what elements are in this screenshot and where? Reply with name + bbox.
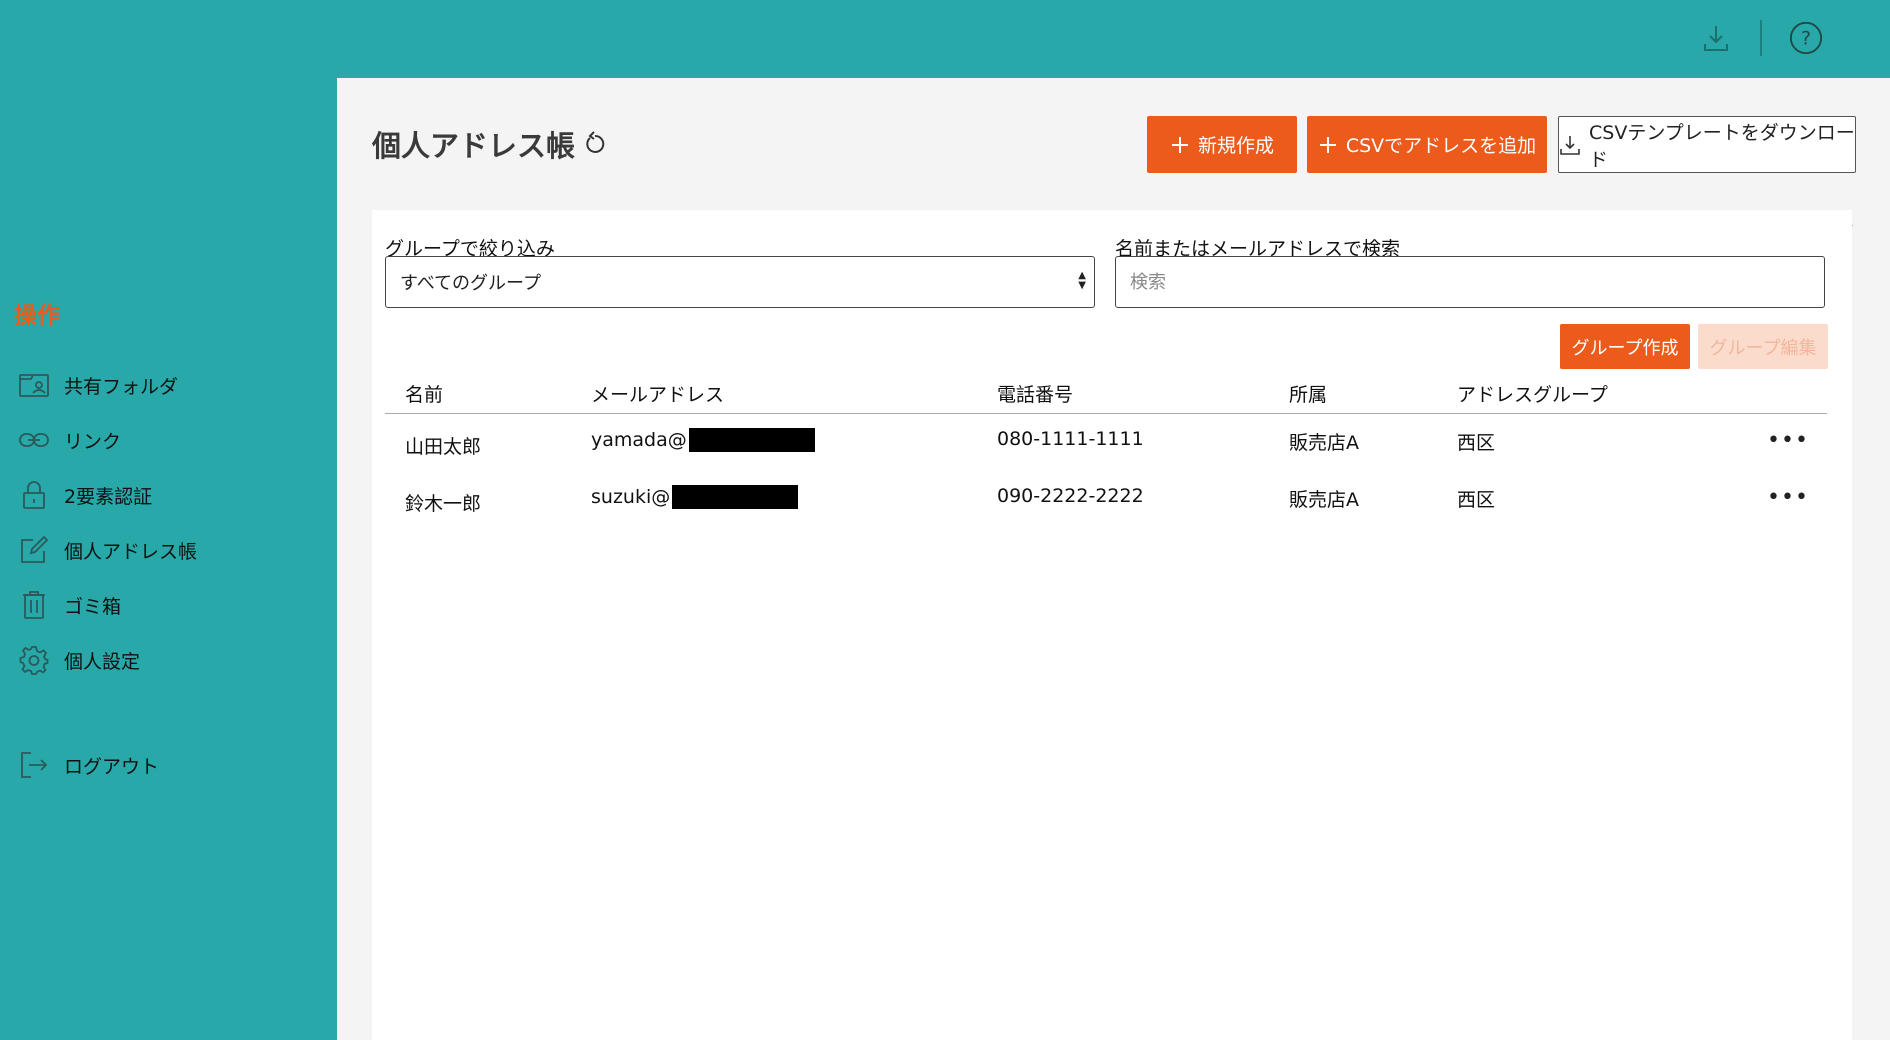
sidebar-item-label: 個人設定 — [64, 650, 141, 673]
email-prefix: yamada@ — [591, 429, 687, 451]
email-prefix: suzuki@ — [591, 486, 671, 508]
sidebar-item-label: 2要素認証 — [64, 485, 153, 508]
row-menu-icon[interactable]: ••• — [1767, 485, 1809, 510]
link-icon — [18, 424, 50, 456]
column-header-group[interactable]: アドレスグループ — [1457, 380, 1608, 407]
csv-add-button[interactable]: CSVでアドレスを追加 — [1307, 116, 1547, 173]
group-filter-select[interactable]: すべてのグループ ▲ ▼ — [385, 256, 1095, 308]
sidebar-item-label: 個人アドレス帳 — [64, 540, 198, 563]
column-header-email[interactable]: メールアドレス — [591, 380, 724, 407]
sidebar-item-label: リンク — [64, 430, 122, 453]
cell-email: yamada@ — [591, 428, 815, 452]
search-input[interactable] — [1115, 256, 1825, 308]
csv-template-label: CSVテンプレートをダウンロード — [1589, 121, 1855, 171]
sidebar-item-link[interactable]: リンク — [18, 422, 318, 458]
table-row[interactable]: 山田太郎 yamada@ 080-1111-1111 販売店A 西区 ••• — [385, 414, 1827, 471]
cell-phone: 080-1111-1111 — [997, 428, 1144, 450]
redacted-block — [672, 485, 799, 509]
svg-text:?: ? — [1801, 28, 1811, 50]
csv-template-download-button[interactable]: CSVテンプレートをダウンロード — [1558, 116, 1856, 173]
column-header-affiliation[interactable]: 所属 — [1289, 380, 1327, 407]
cell-phone: 090-2222-2222 — [997, 485, 1144, 507]
group-create-button[interactable]: グループ作成 — [1560, 324, 1690, 369]
topbar-divider — [1760, 20, 1762, 56]
page-title: 個人アドレス帳 — [372, 123, 607, 165]
main-content: 個人アドレス帳 新規作成 CSVでアドレスを追加 CSVテンプレートをダウンロー… — [337, 78, 1890, 1040]
trash-icon — [18, 589, 50, 621]
csv-add-label: CSVでアドレスを追加 — [1345, 135, 1537, 157]
sidebar-item-trash[interactable]: ゴミ箱 — [18, 587, 318, 623]
folder-user-icon — [18, 369, 50, 401]
download-icon[interactable] — [1698, 20, 1734, 56]
refresh-icon[interactable] — [581, 131, 607, 157]
redacted-block — [688, 428, 815, 452]
logout-icon — [18, 749, 50, 781]
sidebar-item-logout[interactable]: ログアウト — [18, 747, 318, 783]
select-arrows-icon: ▲ ▼ — [1078, 270, 1086, 291]
sidebar-item-shared-folder[interactable]: 共有フォルダ — [18, 367, 318, 403]
address-table: 名前 メールアドレス 電話番号 所属 アドレスグループ 山田太郎 yamada@… — [385, 370, 1827, 528]
new-entry-label: 新規作成 — [1197, 135, 1274, 157]
cell-group: 西区 — [1457, 489, 1496, 511]
page-title-text: 個人アドレス帳 — [372, 129, 576, 163]
row-menu-icon[interactable]: ••• — [1767, 428, 1809, 453]
help-icon[interactable]: ? — [1788, 20, 1824, 56]
column-header-name[interactable]: 名前 — [405, 380, 443, 407]
plus-icon — [1318, 135, 1338, 155]
sidebar-item-label: ゴミ箱 — [64, 595, 122, 618]
lock-icon — [18, 479, 50, 511]
plus-icon — [1170, 135, 1190, 155]
new-entry-button[interactable]: 新規作成 — [1147, 116, 1297, 173]
sidebar-item-address-book[interactable]: 個人アドレス帳 — [18, 532, 318, 568]
cell-email: suzuki@ — [591, 485, 799, 509]
sidebar-item-label: ログアウト — [64, 755, 160, 778]
gear-icon — [18, 644, 50, 676]
table-row[interactable]: 鈴木一郎 suzuki@ 090-2222-2222 販売店A 西区 ••• — [385, 471, 1827, 528]
sidebar: 操作 共有フォルダ リンク 2要素認証 個人アドレス帳 ゴミ箱 個人設定 ログア… — [0, 78, 337, 1040]
group-filter-value: すべてのグループ — [400, 273, 541, 294]
address-panel: グループで絞り込み すべてのグループ ▲▼ 名前またはメールアドレスで検索 グル… — [372, 210, 1852, 1040]
cell-affiliation: 販売店A — [1289, 432, 1359, 454]
sidebar-item-2fa[interactable]: 2要素認証 — [18, 477, 318, 513]
sidebar-section-title: 操作 — [14, 303, 60, 329]
top-bar: ? — [0, 0, 1890, 78]
cell-name: 山田太郎 — [405, 436, 482, 458]
edit-icon — [18, 534, 50, 566]
table-header: 名前 メールアドレス 電話番号 所属 アドレスグループ — [385, 370, 1827, 414]
download-icon — [1559, 134, 1581, 156]
sidebar-item-label: 共有フォルダ — [64, 375, 179, 398]
cell-affiliation: 販売店A — [1289, 489, 1359, 511]
cell-group: 西区 — [1457, 432, 1496, 454]
cell-name: 鈴木一郎 — [405, 493, 482, 515]
column-header-phone[interactable]: 電話番号 — [997, 380, 1073, 407]
sidebar-item-settings[interactable]: 個人設定 — [18, 642, 318, 678]
group-edit-button: グループ編集 — [1698, 324, 1828, 369]
